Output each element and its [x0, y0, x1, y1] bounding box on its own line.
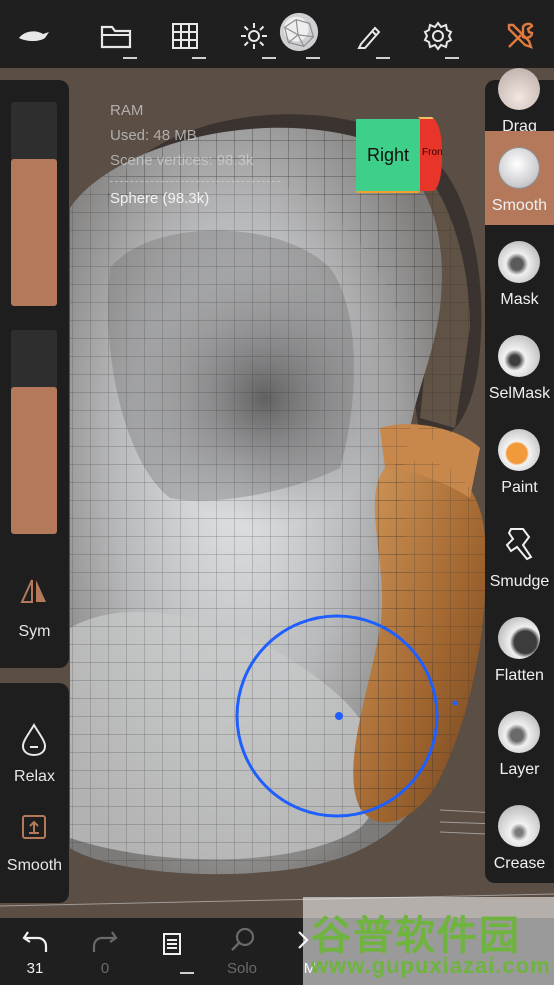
smooth-shortcut-button[interactable] — [20, 813, 48, 846]
tool-layer[interactable]: Layer — [485, 695, 554, 789]
material-submenu-marker — [306, 57, 320, 59]
info-divider — [110, 181, 280, 182]
scene-list-submenu-marker — [180, 972, 194, 974]
tool-crease-label: Crease — [493, 855, 546, 872]
grid-icon — [172, 23, 198, 49]
scene-info: RAM Used: 48 MB Scene vertices: 98.3k Sp… — [110, 98, 280, 211]
tool-panel: Drag Smooth Mask SelMask Paint Smudge Fl… — [485, 68, 554, 883]
selmask-icon — [498, 335, 540, 377]
left-sidebar: Sym — [0, 80, 69, 668]
tool-flatten-label: Flatten — [495, 667, 544, 684]
redo-icon — [92, 931, 118, 952]
files-button[interactable] — [94, 14, 138, 58]
mask-icon — [498, 241, 540, 283]
tool-flatten[interactable]: Flatten — [485, 601, 554, 695]
logo-button[interactable] — [12, 14, 56, 58]
tool-paint[interactable]: Paint — [485, 413, 554, 507]
tool-smudge[interactable]: Smudge — [485, 507, 554, 601]
sym-button[interactable] — [20, 578, 48, 609]
droplet-icon — [21, 723, 47, 757]
relax-label: Relax — [14, 768, 55, 785]
flatten-icon — [498, 617, 540, 659]
undo-icon — [22, 931, 48, 952]
tool-crease[interactable]: Crease — [485, 789, 554, 883]
gear-icon — [423, 21, 453, 51]
cube-front-face: Front — [422, 147, 442, 158]
tool-paint-label: Paint — [501, 479, 538, 496]
view-cube[interactable]: Right Front — [352, 117, 442, 195]
layer-icon — [498, 711, 540, 753]
tool-smooth[interactable]: Smooth — [485, 131, 554, 225]
intensity-slider-fill — [11, 387, 57, 534]
folder-icon — [100, 25, 132, 49]
wrench-screwdriver-icon — [507, 22, 534, 49]
smooth-icon — [498, 147, 540, 189]
tool-selmask[interactable]: SelMask — [485, 319, 554, 413]
left-sidebar-lower: Relax Smooth — [0, 683, 69, 903]
search-icon — [231, 927, 255, 951]
undo-count: 31 — [26, 960, 44, 977]
sun-icon — [241, 23, 267, 49]
matcap-sphere-icon — [279, 12, 319, 52]
watermark: 谷普软件园 www.gupuxiazai.com — [303, 897, 554, 985]
undo-button[interactable]: 31 — [0, 918, 70, 985]
tool-smooth-label: Smooth — [491, 197, 548, 214]
ram-title: RAM — [110, 102, 144, 119]
solo-button[interactable]: Solo — [207, 918, 277, 985]
settings-submenu-marker — [445, 57, 459, 59]
brush-submenu-marker — [376, 57, 390, 59]
smooth-shortcut-icon — [22, 815, 46, 839]
pen-icon — [357, 26, 381, 49]
lighting-submenu-marker — [262, 57, 276, 59]
smudge-icon — [505, 528, 533, 561]
tool-mask-label: Mask — [500, 291, 539, 308]
material-button[interactable] — [277, 10, 321, 54]
smooth-shortcut-label: Smooth — [6, 857, 63, 874]
cube-right-face: Right — [366, 145, 410, 165]
tool-selmask-label: SelMask — [488, 385, 551, 402]
drag-icon — [498, 68, 540, 110]
sculpt-logo-icon — [19, 31, 49, 41]
sym-label: Sym — [18, 623, 51, 640]
scene-list-button[interactable] — [138, 918, 208, 985]
active-mesh-label[interactable]: Sphere (98.3k) — [110, 186, 280, 211]
brush-settings-button[interactable] — [347, 14, 391, 58]
symmetry-icon — [20, 579, 46, 603]
intensity-slider[interactable] — [11, 330, 57, 534]
settings-button[interactable] — [416, 14, 460, 58]
scene-vertices: Scene vertices: 98.3k — [110, 152, 254, 169]
paint-icon — [498, 429, 540, 471]
scene-button[interactable] — [163, 14, 207, 58]
radius-slider-fill — [11, 159, 57, 306]
tool-layer-label: Layer — [499, 761, 540, 778]
layers-book-icon — [163, 933, 181, 955]
scene-submenu-marker — [192, 57, 206, 59]
top-toolbar — [0, 0, 554, 68]
tool-mask[interactable]: Mask — [485, 225, 554, 319]
lighting-button[interactable] — [232, 14, 276, 58]
tool-smudge-label: Smudge — [489, 573, 550, 590]
watermark-url: www.gupuxiazai.com — [311, 953, 551, 978]
files-submenu-marker — [123, 57, 137, 59]
ram-used: Used: 48 MB — [110, 127, 197, 144]
radius-slider[interactable] — [11, 102, 57, 306]
redo-count: 0 — [100, 960, 110, 977]
redo-button[interactable]: 0 — [70, 918, 140, 985]
relax-button[interactable] — [20, 723, 48, 762]
solo-label: Solo — [226, 960, 258, 977]
crease-icon — [498, 805, 540, 847]
